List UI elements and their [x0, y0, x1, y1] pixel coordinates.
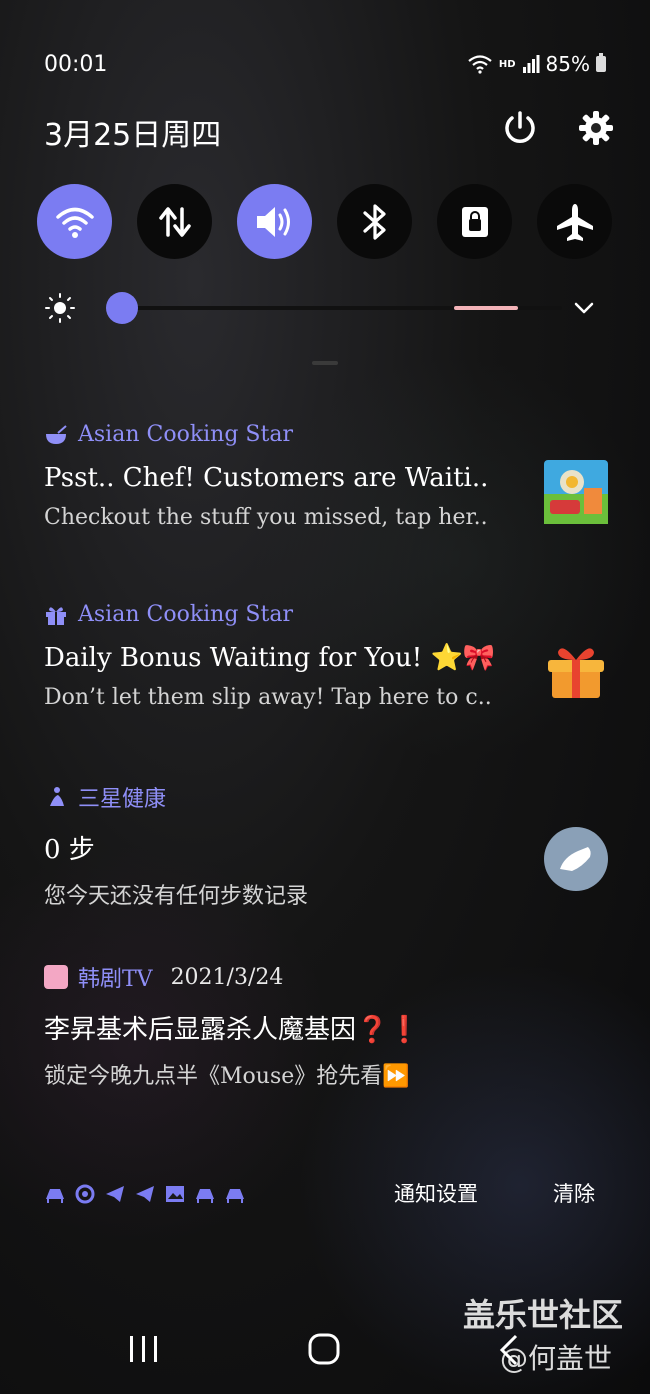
lock-icon	[461, 206, 488, 237]
notification-settings-button[interactable]: 通知设置	[394, 1178, 478, 1208]
notification-header: Asian Cooking Star	[44, 602, 614, 627]
brightness-control	[44, 290, 604, 326]
clock: 00:01	[44, 51, 108, 77]
chevron-down-icon[interactable]	[572, 296, 596, 320]
power-button[interactable]	[500, 108, 540, 148]
notification-samsung-health[interactable]: 三星健康 0 步 您今天还没有任何步数记录	[44, 781, 614, 910]
cell-signal-icon	[522, 55, 540, 73]
status-bar: 00:01 HD 85%	[44, 48, 606, 80]
status-icons: HD 85%	[467, 52, 606, 76]
back-button[interactable]	[494, 1330, 534, 1370]
wifi-toggle[interactable]	[37, 184, 112, 259]
notification-body: 您今天还没有任何步数记录	[44, 884, 309, 909]
app-name: 韩剧TV	[78, 967, 153, 992]
notification-title: 李昇基术后显露杀人魔基因❓❗	[44, 1015, 421, 1045]
volume-icon	[256, 206, 290, 237]
bluetooth-icon	[362, 203, 386, 240]
swirl-icon	[75, 1184, 95, 1204]
running-person-icon	[50, 787, 64, 806]
gift-icon	[46, 606, 66, 625]
telegram-icon	[136, 1186, 154, 1202]
notification-footer: 通知设置 清除	[44, 1178, 606, 1210]
shoe-icon	[560, 847, 591, 871]
brightness-slider-thumb[interactable]	[106, 292, 138, 324]
telegram-icon	[106, 1186, 124, 1202]
recent-apps-button[interactable]	[124, 1330, 164, 1370]
quick-settings-row	[37, 184, 612, 259]
shoe-avatar	[544, 827, 608, 891]
brightness-slider-marker	[454, 306, 518, 310]
mobile-data-toggle[interactable]	[137, 184, 212, 259]
notification-asian-cooking-star-1[interactable]: Asian Cooking Star Psst.. Chef! Customer…	[44, 422, 614, 530]
data-arrows-icon	[158, 206, 191, 237]
panel-drag-handle[interactable]	[312, 361, 338, 365]
wifi-signal-icon	[468, 55, 492, 74]
piano-icon	[46, 1189, 64, 1203]
game-thumbnail-image	[544, 460, 608, 524]
battery-percent: 85%	[545, 52, 590, 76]
recents-icon	[130, 1336, 157, 1362]
home-icon	[308, 1333, 340, 1365]
airplane-icon	[556, 203, 593, 241]
back-icon	[499, 1334, 518, 1366]
bluetooth-toggle[interactable]	[337, 184, 412, 259]
notification-header: Asian Cooking Star	[44, 422, 614, 447]
brightness-icon	[45, 293, 75, 323]
clear-button[interactable]: 清除	[553, 1178, 595, 1208]
hidden-app-icons[interactable]	[44, 1183, 246, 1205]
korean-drama-app-icon	[44, 965, 68, 989]
notification-date: 2021/3/24	[170, 964, 284, 990]
piano-icon	[226, 1189, 244, 1203]
notification-title: 0 步	[44, 835, 95, 865]
gift-box-image	[548, 648, 604, 698]
gallery-icon	[166, 1186, 184, 1202]
home-button[interactable]	[305, 1330, 345, 1370]
notification-title: Daily Bonus Waiting for You! ⭐🎀	[44, 643, 496, 673]
watermark-text: 盖乐世社区	[463, 1296, 624, 1334]
settings-button[interactable]	[576, 108, 616, 148]
date-label: 3月25日周四	[44, 118, 222, 153]
notification-header: 韩剧TV 2021/3/24	[44, 961, 614, 993]
notification-body: Don’t let them slip away! Tap here to c.…	[44, 685, 492, 710]
gear-icon	[579, 111, 613, 145]
notification-korean-drama-tv[interactable]: 韩剧TV 2021/3/24 李昇基术后显露杀人魔基因❓❗ 锁定今晚九点半《Mo…	[44, 961, 614, 1090]
notification-asian-cooking-star-2[interactable]: Asian Cooking Star Daily Bonus Waiting f…	[44, 602, 614, 710]
notification-header: 三星健康	[44, 781, 614, 813]
notification-body: 锁定今晚九点半《Mouse》抢先看⏩	[44, 1064, 410, 1089]
battery-icon	[596, 53, 606, 72]
wifi-icon	[55, 207, 94, 238]
app-name: Asian Cooking Star	[78, 422, 293, 447]
screen-lock-toggle[interactable]	[437, 184, 512, 259]
notification-body: Checkout the stuff you missed, tap her..	[44, 505, 488, 530]
app-name: 三星健康	[78, 787, 167, 812]
power-icon	[505, 111, 535, 143]
notification-title: Psst.. Chef! Customers are Waiti..	[44, 463, 489, 493]
sound-toggle[interactable]	[237, 184, 312, 259]
app-name: Asian Cooking Star	[78, 602, 293, 627]
piano-icon	[196, 1189, 214, 1203]
airplane-mode-toggle[interactable]	[537, 184, 612, 259]
hd-badge: HD	[498, 58, 516, 70]
bowl-icon	[46, 424, 67, 444]
